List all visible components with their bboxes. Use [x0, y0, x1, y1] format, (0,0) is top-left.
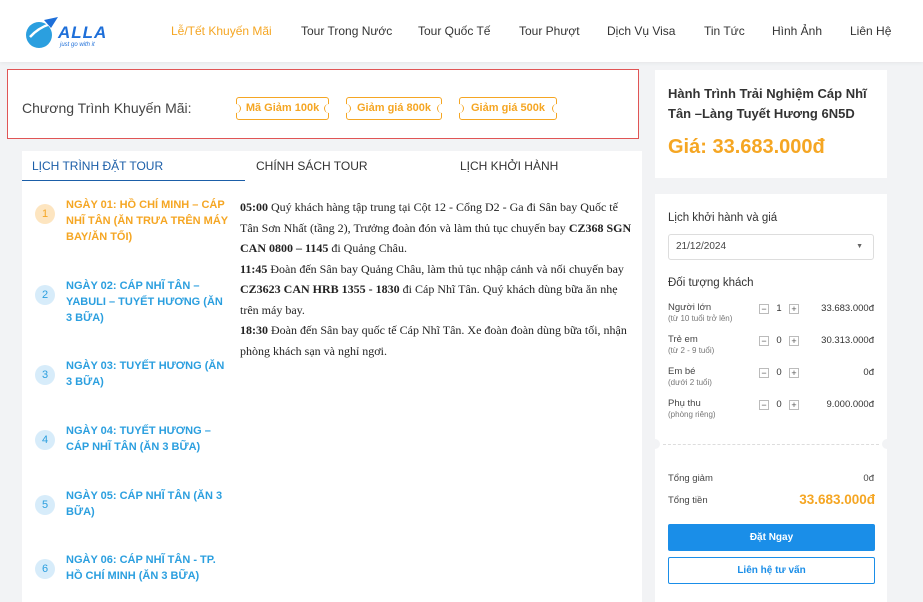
coupon-800k[interactable]: Giảm giá 800k	[342, 97, 446, 120]
day-title: NGÀY 04: TUYẾT HƯƠNG – CÁP NHĨ TÂN (ĂN 3…	[66, 425, 211, 453]
logo-wordmark: ALLA	[58, 23, 108, 42]
nav-tour-trong-nuoc[interactable]: Tour Trong Nước	[301, 24, 392, 38]
itinerary-text: đi Quảng Châu.	[328, 241, 407, 255]
tab-lich-khoi-hanh[interactable]: LỊCH KHỞI HÀNH	[460, 151, 558, 181]
pax-qty: 0	[776, 367, 782, 378]
date-label: Lịch khởi hành và giá	[668, 212, 778, 224]
pax-price: 33.683.000đ	[821, 303, 874, 314]
nav-tour-quoc-te[interactable]: Tour Quốc Tế	[418, 24, 490, 38]
day-title: NGÀY 01: HỒ CHÍ MINH – CÁP NHĨ TÂN (ĂN T…	[66, 199, 228, 243]
plus-button[interactable]: +	[789, 400, 799, 410]
date-value: 21/12/2024	[676, 241, 727, 252]
itinerary-content: 05:00 Quý khách hàng tập trung tại Cột 1…	[240, 197, 635, 361]
book-now-button[interactable]: Đặt Ngay	[668, 524, 875, 551]
pax-qty: 0	[776, 399, 782, 410]
tour-info-card: Hành Trình Trải Nghiệm Cáp Nhĩ Tân –Làng…	[655, 70, 887, 178]
day-number-badge: 6	[35, 559, 55, 579]
minus-button[interactable]: −	[759, 336, 769, 346]
tour-price: Giá: 33.683.000đ	[668, 136, 825, 158]
nav-le-tet-khuyen-mai[interactable]: Lễ/Tết Khuyến Mãi	[171, 24, 272, 38]
time-stamp: 05:00	[240, 200, 268, 214]
time-stamp: 11:45	[240, 261, 268, 276]
day-title: NGÀY 03: TUYẾT HƯƠNG (ĂN 3 BỮA)	[66, 360, 225, 388]
nav-tin-tuc[interactable]: Tin Tức	[704, 24, 745, 38]
pax-name: Người lớn	[668, 302, 712, 313]
contact-consult-button[interactable]: Liên hệ tư vấn	[668, 557, 875, 584]
pax-row-infant: Em bé (dưới 2 tuổi) − 0 + 0đ	[668, 366, 878, 394]
pax-name: Em bé	[668, 366, 696, 377]
day-item-4[interactable]: 4 NGÀY 04: TUYẾT HƯƠNG – CÁP NHĨ TÂN (ĂN…	[32, 423, 232, 473]
time-stamp: 18:30	[240, 323, 268, 337]
day-item-1[interactable]: 1 NGÀY 01: HỒ CHÍ MINH – CÁP NHĨ TÂN (ĂN…	[32, 197, 232, 247]
tab-chinh-sach[interactable]: CHÍNH SÁCH TOUR	[256, 151, 368, 181]
tour-title: Hành Trình Trải Nghiệm Cáp Nhĩ Tân –Làng…	[668, 86, 867, 121]
day-title: NGÀY 02: CÁP NHĨ TÂN – YABULI – TUYẾT HƯ…	[66, 280, 223, 324]
ticket-notch-right	[882, 439, 892, 449]
pax-qty: 1	[776, 303, 782, 314]
coupon-100k[interactable]: Mã Giảm 100k	[232, 97, 333, 120]
minus-button[interactable]: −	[759, 304, 769, 314]
nav-hinh-anh[interactable]: Hình Ảnh	[772, 24, 822, 38]
site-logo[interactable]: ALLA just go with it	[24, 10, 108, 54]
total-label: Tổng tiền	[668, 495, 708, 506]
nav-tour-phuot[interactable]: Tour Phượt	[519, 24, 580, 38]
paper-plane-logo-icon	[26, 17, 58, 48]
itinerary-text: Đoàn đến Sân bay quốc tế Cáp Nhĩ Tân. Xe…	[240, 323, 627, 358]
day-number-badge: 2	[35, 285, 55, 305]
day-item-6[interactable]: 6 NGÀY 06: CÁP NHĨ TÂN - TP. HỒ CHÍ MINH…	[32, 552, 232, 602]
pax-name: Phụ thu	[668, 398, 701, 409]
plus-button[interactable]: +	[789, 336, 799, 346]
nav-lien-he[interactable]: Liên Hệ	[850, 24, 891, 38]
site-header: ALLA just go with it Lễ/Tết Khuyến Mãi T…	[0, 0, 923, 62]
itinerary-text: Quý khách hàng tập trung tại Cột 12 - Cổ…	[240, 200, 618, 235]
day-item-3[interactable]: 3 NGÀY 03: TUYẾT HƯƠNG (ĂN 3 BỮA)	[32, 358, 232, 408]
pax-note: (phòng riêng)	[668, 410, 716, 419]
pax-price: 9.000.000đ	[826, 399, 874, 410]
itinerary-paragraph: 05:00 Quý khách hàng tập trung tại Cột 1…	[240, 197, 635, 259]
itinerary-paragraph: 18:30 Đoàn đến Sân bay quốc tế Cáp Nhĩ T…	[240, 320, 635, 361]
day-number-badge: 1	[35, 204, 55, 224]
booking-card: Lịch khởi hành và giá 21/12/2024 ▼ Đối t…	[650, 194, 892, 602]
day-number-badge: 5	[35, 495, 55, 515]
logo-tagline: just go with it	[60, 42, 95, 48]
plus-button[interactable]: +	[789, 304, 799, 314]
day-item-5[interactable]: 5 NGÀY 05: CÁP NHĨ TÂN (ĂN 3 BỮA)	[32, 488, 232, 538]
discount-value: 0đ	[863, 473, 874, 484]
day-number-badge: 4	[35, 430, 55, 450]
pax-qty: 0	[776, 335, 782, 346]
day-title: NGÀY 05: CÁP NHĨ TÂN (ĂN 3 BỮA)	[66, 490, 223, 518]
itinerary-paragraph: 11:45 Đoàn đến Sân bay Quảng Châu, làm t…	[240, 259, 635, 321]
pax-label: Đối tượng khách	[668, 277, 754, 289]
pax-name: Trẻ em	[668, 334, 698, 345]
itinerary-text: Đoàn đến Sân bay Quảng Châu, làm thủ tục…	[267, 261, 624, 276]
departure-date-select[interactable]: 21/12/2024 ▼	[668, 234, 874, 260]
minus-button[interactable]: −	[759, 400, 769, 410]
pax-row-adult: Người lớn (từ 10 tuổi trở lên) − 1 + 33.…	[668, 302, 878, 330]
coupon-500k[interactable]: Giảm giá 500k	[455, 97, 561, 120]
itinerary-card: LỊCH TRÌNH ĐẶT TOUR CHÍNH SÁCH TOUR LỊCH…	[22, 151, 642, 602]
plus-button[interactable]: +	[789, 368, 799, 378]
pax-note: (từ 10 tuổi trở lên)	[668, 314, 733, 323]
day-item-2[interactable]: 2 NGÀY 02: CÁP NHĨ TÂN – YABULI – TUYẾT …	[32, 278, 232, 328]
nav-dich-vu-visa[interactable]: Dịch Vụ Visa	[607, 24, 675, 38]
caret-down-icon: ▼	[856, 243, 863, 250]
total-value: 33.683.000đ	[799, 492, 875, 507]
discount-label: Tổng giảm	[668, 473, 713, 484]
promo-box: Chương Trình Khuyến Mãi: Mã Giảm 100k Gi…	[7, 69, 639, 139]
pax-note: (từ 2 - 9 tuổi)	[668, 346, 715, 355]
pax-row-child: Trẻ em (từ 2 - 9 tuổi) − 0 + 30.313.000đ	[668, 334, 878, 362]
day-title: NGÀY 06: CÁP NHĨ TÂN - TP. HỒ CHÍ MINH (…	[66, 554, 216, 582]
pax-row-surcharge: Phụ thu (phòng riêng) − 0 + 9.000.000đ	[668, 398, 878, 426]
day-number-badge: 3	[35, 365, 55, 385]
pax-price: 0đ	[863, 367, 874, 378]
promo-label: Chương Trình Khuyến Mãi:	[22, 100, 192, 116]
summary-divider	[663, 444, 879, 445]
ticket-notch-left	[650, 439, 660, 449]
flight-code: CZ3623 CAN HRB 1355 - 1830	[240, 282, 400, 296]
tab-lich-trinh[interactable]: LỊCH TRÌNH ĐẶT TOUR	[22, 151, 245, 181]
minus-button[interactable]: −	[759, 368, 769, 378]
discount-row: Tổng giảm 0đ	[668, 473, 874, 484]
pax-note: (dưới 2 tuổi)	[668, 378, 712, 387]
pax-price: 30.313.000đ	[821, 335, 874, 346]
